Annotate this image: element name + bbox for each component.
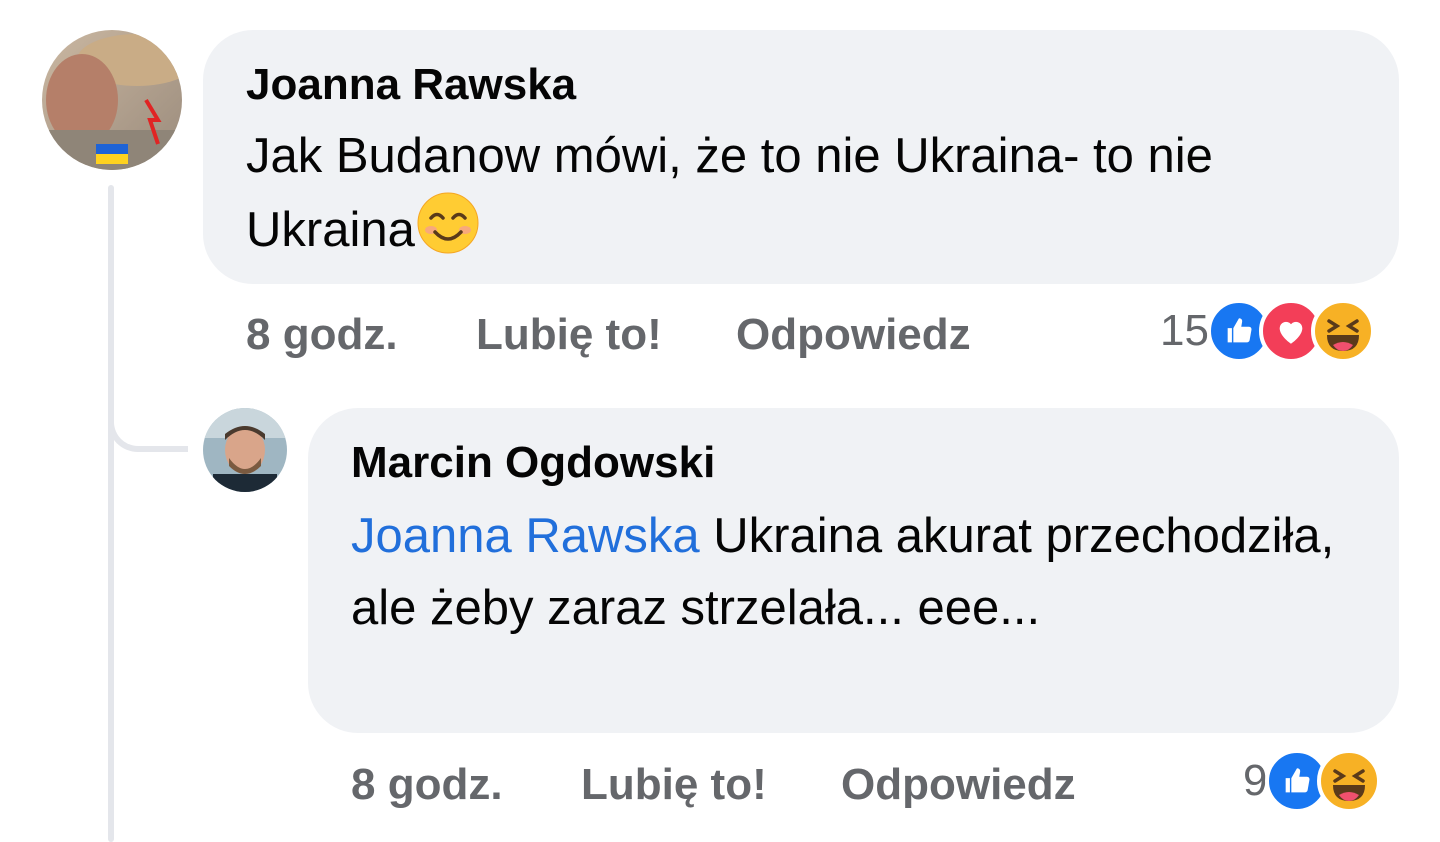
reply-reaction-summary[interactable]: 9 xyxy=(1243,749,1382,813)
avatar-joanna[interactable] xyxy=(42,30,182,170)
comment-author[interactable]: Joanna Rawska xyxy=(246,60,576,110)
haha-icon xyxy=(1317,749,1382,813)
reply-like-button[interactable]: Lubię to! xyxy=(581,760,767,810)
thread-line xyxy=(108,185,114,842)
smiling-face-icon xyxy=(417,192,479,274)
haha-icon xyxy=(1310,299,1375,363)
reply-text: Joanna Rawska Ukraina akurat przechodził… xyxy=(351,500,1361,644)
reply-button[interactable]: Odpowiedz xyxy=(736,310,971,360)
reply-reaction-count: 9 xyxy=(1243,756,1268,805)
reply-reply-button[interactable]: Odpowiedz xyxy=(841,760,1076,810)
comment-time: 8 godz. xyxy=(246,310,398,359)
comment-text-content: Jak Budanow mówi, że to nie Ukraina- to … xyxy=(246,129,1213,257)
comment-text: Jak Budanow mówi, że to nie Ukraina- to … xyxy=(246,120,1356,274)
reply-connector xyxy=(108,380,188,452)
mention-link[interactable]: Joanna Rawska xyxy=(351,509,700,563)
reaction-count: 15 xyxy=(1160,306,1209,355)
reply-time: 8 godz. xyxy=(351,760,503,809)
comment-bubble: Joanna Rawska Jak Budanow mówi, że to ni… xyxy=(203,30,1399,284)
reply-author[interactable]: Marcin Ogdowski xyxy=(351,438,715,488)
avatar-marcin[interactable] xyxy=(203,408,287,492)
like-button[interactable]: Lubię to! xyxy=(476,310,662,360)
reply-bubble: Marcin Ogdowski Joanna Rawska Ukraina ak… xyxy=(308,408,1399,733)
reaction-summary[interactable]: 15 xyxy=(1160,299,1375,363)
